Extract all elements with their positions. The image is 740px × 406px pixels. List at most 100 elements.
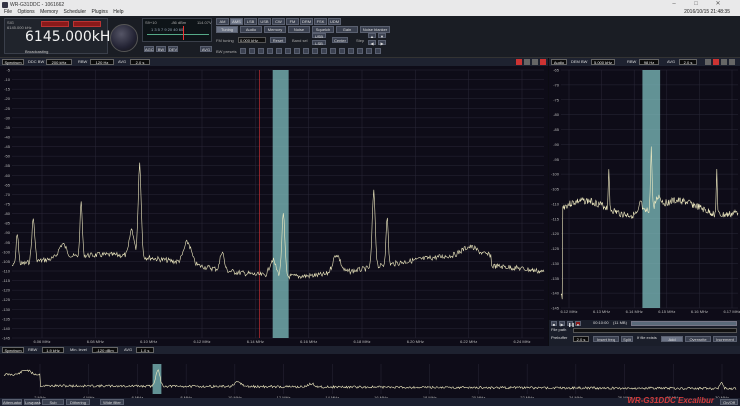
menu-file[interactable]: File xyxy=(4,9,12,16)
bw-preset-10[interactable] xyxy=(321,48,327,54)
rec-record-icon[interactable]: ● xyxy=(575,321,581,327)
wide-rbw-select[interactable]: 1.9 kHz xyxy=(42,347,64,353)
agc-button[interactable]: AGC xyxy=(144,46,154,52)
rec-play-icon[interactable]: ▶ xyxy=(559,321,565,327)
bw-preset-5[interactable] xyxy=(276,48,282,54)
mode-ams[interactable]: AMS xyxy=(230,18,243,25)
ddc-bw-select[interactable]: 200 kHz xyxy=(46,59,72,65)
step-up-button[interactable]: ▲ xyxy=(368,33,376,39)
wide-spectrum-plot[interactable]: 2 MHz 4 MHz 6 MHz 8 MHz 10 MHz 12 MHz 14 MHz 16… xyxy=(0,354,740,398)
main-avg-select[interactable]: 2.0 s xyxy=(130,59,150,65)
audio-close-icon[interactable] xyxy=(729,59,735,65)
min-level-select[interactable]: -120 dBm xyxy=(92,347,118,353)
mode-udm[interactable]: UDM xyxy=(328,18,341,25)
bw-preset-1[interactable] xyxy=(240,48,246,54)
audio-avg-select[interactable]: 2.0 s xyxy=(679,59,697,65)
bw-preset-2[interactable] xyxy=(249,48,255,54)
bw-preset-11[interactable] xyxy=(330,48,336,54)
mode-lsb[interactable]: LSB xyxy=(244,18,257,25)
menu-options[interactable]: Options xyxy=(17,9,34,16)
bw-preset-8[interactable] xyxy=(303,48,309,54)
bw-preset-3[interactable] xyxy=(258,48,264,54)
mode-drm[interactable]: DRM xyxy=(300,18,313,25)
bw-preset-15[interactable] xyxy=(366,48,372,54)
red-button-2[interactable] xyxy=(73,21,101,27)
mode-fm[interactable]: FM xyxy=(286,18,299,25)
bw-preset-7[interactable] xyxy=(294,48,300,54)
lsb-button[interactable]: LSB xyxy=(312,40,326,46)
frequency-display[interactable]: SIG 6145.000 kHz 6145.000kHz Broadcastin… xyxy=(4,18,118,54)
bw-preset-buttons[interactable] xyxy=(240,48,390,54)
menu-memory[interactable]: Memory xyxy=(40,9,58,16)
overwrite-button[interactable]: Overwrite xyxy=(685,336,711,342)
audio-zoom-icon[interactable] xyxy=(721,59,727,65)
mode-am[interactable]: AM xyxy=(216,18,229,25)
audio-spectrum-plot[interactable]: -65 -70 -75 -80 -85 -90 -95 -100 -105 -110 -115 -12… xyxy=(549,66,740,320)
bw-preset-14[interactable] xyxy=(357,48,363,54)
bw-preset-13[interactable] xyxy=(348,48,354,54)
mode-fsk[interactable]: FSK xyxy=(314,18,327,25)
close-icon[interactable]: ✕ xyxy=(712,1,724,8)
bw-preset-6[interactable] xyxy=(285,48,291,54)
lowpass-button[interactable]: Lowpass xyxy=(24,399,41,405)
step-right-button[interactable]: ▶ xyxy=(378,40,386,46)
file-path-field[interactable] xyxy=(573,328,737,333)
maximize-icon[interactable]: □ xyxy=(690,1,702,8)
reset-button[interactable]: Reset xyxy=(270,37,286,43)
bw-preset-12[interactable] xyxy=(339,48,345,54)
rec-stop-icon[interactable]: ■ xyxy=(551,321,557,327)
wide-avg-select[interactable]: 1.0 s xyxy=(136,347,154,353)
step-down-button[interactable]: ▼ xyxy=(378,33,386,39)
main-close-icon[interactable] xyxy=(540,59,546,65)
minimize-icon[interactable]: – xyxy=(668,1,680,8)
increment-button[interactable]: Increment xyxy=(713,336,737,342)
avg-button[interactable]: AVG xyxy=(200,46,212,52)
tab-noise[interactable]: Noise xyxy=(288,26,310,33)
step-left-button[interactable]: ◀ xyxy=(368,40,376,46)
mode-usb[interactable]: USB xyxy=(258,18,271,25)
bw-preset-9[interactable] xyxy=(312,48,318,54)
center-button[interactable]: Center xyxy=(332,37,348,43)
usb-button[interactable]: USB xyxy=(312,33,326,39)
dev-button[interactable]: DEV xyxy=(168,46,178,52)
audio-rbw-select[interactable]: 98 Hz xyxy=(639,59,659,65)
bw-preset-16[interactable] xyxy=(375,48,381,54)
tab-audio[interactable]: Audio xyxy=(240,26,262,33)
attenuator-button[interactable]: Attenuator xyxy=(2,399,22,405)
tuning-knob[interactable] xyxy=(110,24,138,52)
wide-filter-button[interactable]: Wide filter xyxy=(100,399,124,405)
audio-settings-icon[interactable] xyxy=(705,59,711,65)
mode-cw[interactable]: CW xyxy=(272,18,285,25)
tab-noise-blanker[interactable]: Noise blanker xyxy=(360,26,390,33)
main-spectrum-plot[interactable]: -5 -10 -15 -20 -25 -30 -35 -40 -45 -50 -55 -60 -65 -7… xyxy=(0,66,548,346)
menu-plugins[interactable]: Plugins xyxy=(91,9,107,16)
audio-mode-select[interactable]: Audio xyxy=(551,59,567,65)
dem-bw-select[interactable]: 5.000 kHz xyxy=(591,59,615,65)
rec-pause-icon[interactable]: ❚❚ xyxy=(567,321,575,327)
fm-tuning-field[interactable]: 0.000 kHz xyxy=(238,37,266,43)
wide-mode-select[interactable]: Spectrum xyxy=(2,347,24,353)
add-button[interactable]: Add xyxy=(661,336,683,342)
sub-button[interactable]: Sub xyxy=(42,399,64,405)
tab-squelch[interactable]: Squelch xyxy=(312,26,334,33)
tab-tuning[interactable]: Tuning xyxy=(216,26,238,33)
main-settings-icon[interactable] xyxy=(532,59,538,65)
main-record-icon[interactable] xyxy=(516,59,522,65)
insert-freq-button[interactable]: Insert freq xyxy=(593,336,619,342)
dithering-button[interactable]: Dithering xyxy=(66,399,90,405)
menu-help[interactable]: Help xyxy=(113,9,123,16)
tab-gain[interactable]: Gain xyxy=(336,26,358,33)
main-mode-select[interactable]: Spectrum xyxy=(2,59,24,65)
split-button[interactable]: Split xyxy=(621,336,633,342)
menu-scheduler[interactable]: Scheduler xyxy=(64,9,87,16)
prebuffer-select[interactable]: 2.0 s xyxy=(573,336,589,342)
tab-memory[interactable]: Memory xyxy=(264,26,286,33)
main-rbw-select[interactable]: 120 Hz xyxy=(90,59,114,65)
bw-preset-4[interactable] xyxy=(267,48,273,54)
power-button[interactable]: On/Off xyxy=(720,399,738,405)
audio-record-icon[interactable] xyxy=(713,59,719,65)
main-zoom-icon[interactable] xyxy=(524,59,530,65)
rec-progress[interactable] xyxy=(631,321,737,326)
bw-button[interactable]: BW xyxy=(156,46,166,52)
red-button-1[interactable] xyxy=(41,21,69,27)
